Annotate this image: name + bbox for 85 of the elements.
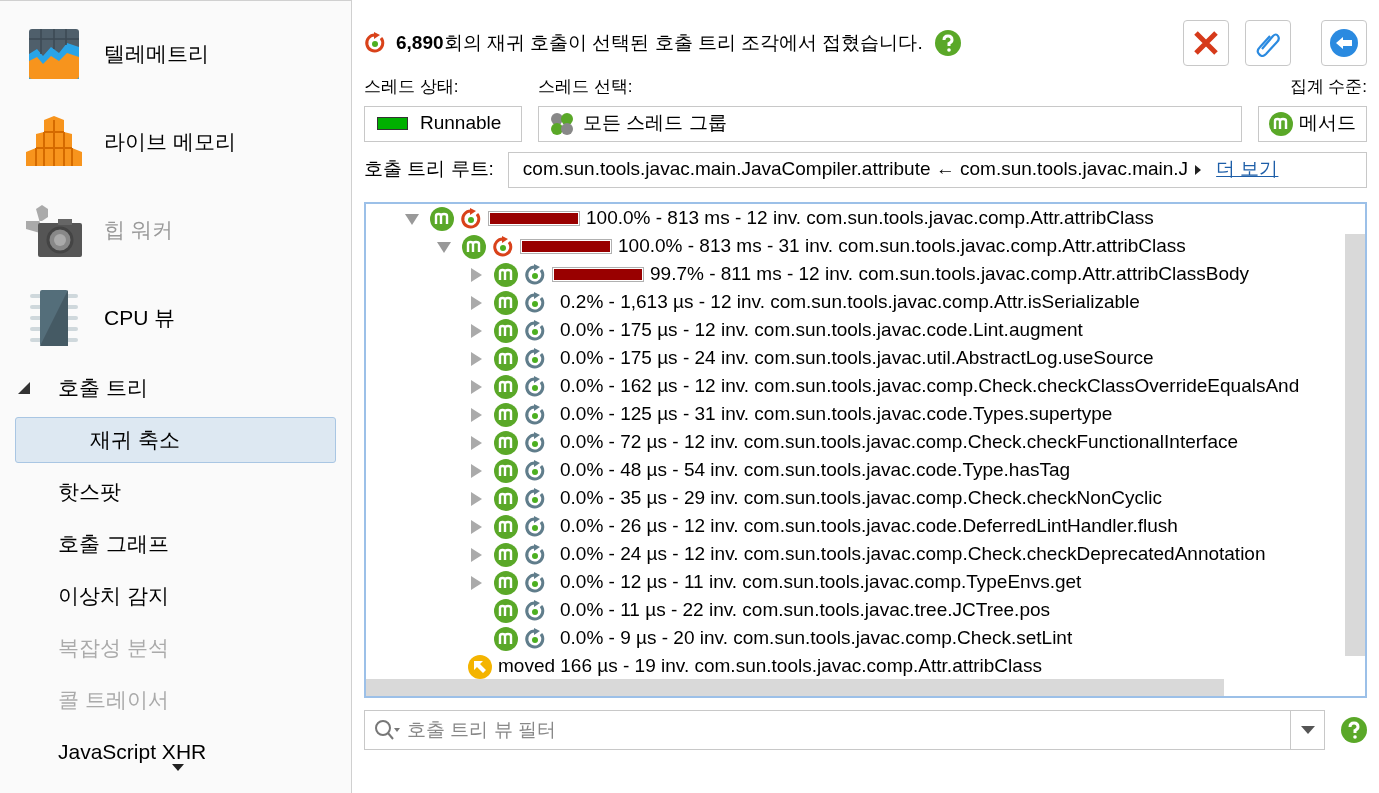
method-icon (494, 374, 518, 399)
aggregation-dropdown[interactable]: 메서드 (1258, 105, 1367, 142)
sidebar-item[interactable]: 라이브 메모리 (104, 126, 236, 158)
method-icon (1269, 111, 1293, 136)
horizontal-scrollbar[interactable] (366, 678, 1224, 696)
header-message: 6,890회의 재귀 호출이 선택된 호출 트리 조각에서 접혔습니다. (396, 30, 923, 55)
tree-row-text[interactable]: 0.0% - 9 µs - 20 inv. com.sun.tools.javac.comp.Check.setLint (560, 624, 1073, 653)
sidebar-item[interactable]: 핫스팟 (58, 476, 121, 508)
sidebar-item[interactable]: 텔레메트리 (104, 38, 209, 70)
field-label: 스레드 상태: (364, 76, 460, 98)
expand-toggle[interactable] (468, 294, 484, 311)
sidebar-item[interactable]: 재귀 축소 (15, 417, 336, 463)
tree-row-text[interactable]: 0.0% - 175 µs - 24 inv. com.sun.tools.javac.util.AbstractLog.useSource (560, 344, 1154, 373)
tree-row-text[interactable]: 0.0% - 11 µs - 22 inv. com.sun.tools.javac.tree.JCTree.pos (560, 596, 1051, 625)
expand-toggle[interactable] (468, 462, 484, 479)
method-icon (494, 626, 518, 651)
field-label: 스레드 선택: (538, 76, 634, 98)
help-icon[interactable] (1341, 716, 1367, 743)
field-label: 호출 트리 루트: (364, 157, 494, 182)
method-icon (430, 206, 454, 231)
vertical-scrollbar[interactable] (1345, 233, 1365, 656)
method-icon (494, 542, 518, 567)
thread-selection-dropdown[interactable]: 모든 스레드 그룹 (538, 105, 1242, 142)
close-icon (1193, 30, 1219, 56)
method-icon (494, 514, 518, 539)
method-icon (494, 262, 518, 287)
chart-icon (29, 29, 79, 79)
expand-toggle[interactable] (468, 266, 484, 283)
sidebar-item[interactable]: 호출 트리 (58, 372, 148, 404)
expand-toggle[interactable] (468, 322, 484, 339)
expand-toggle[interactable] (468, 350, 484, 367)
method-icon (494, 458, 518, 483)
expand-toggle[interactable] (468, 574, 484, 591)
more-link[interactable]: 더 보기 (1216, 155, 1279, 184)
back-button[interactable] (1321, 20, 1367, 66)
method-icon (494, 402, 518, 427)
tree-row-text[interactable]: 0.0% - 12 µs - 11 inv. com.sun.tools.javac.comp.TypeEnvs.get (560, 568, 1082, 597)
thread-group-icon (549, 110, 575, 137)
method-icon (494, 430, 518, 455)
camera-icon (26, 203, 82, 257)
field-label: 집계 수준: (1289, 76, 1367, 98)
method-icon (494, 486, 518, 511)
stacked-cubes-icon (26, 116, 82, 168)
tree-row-text[interactable]: 0.0% - 26 µs - 12 inv. com.sun.tools.javac.code.DeferredLintHandler.flush (560, 512, 1178, 541)
tree-row-text[interactable]: 0.2% - 1,613 µs - 12 inv. com.sun.tools.javac.comp.Attr.isSerializable (560, 288, 1140, 317)
expand-toggle[interactable] (468, 406, 484, 423)
tree-row-text[interactable]: 0.0% - 175 µs - 12 inv. com.sun.tools.javac.code.Lint.augment (560, 316, 1083, 345)
recursion-icon (364, 32, 386, 54)
sidebar-item[interactable]: 이상치 감지 (58, 580, 169, 612)
tree-row-text[interactable]: moved 166 µs - 19 inv. com.sun.tools.javac.comp.Attr.attribClass (498, 652, 1042, 681)
expand-toggle[interactable] (468, 378, 484, 395)
call-tree-root-path: com.sun.tools.javac.main.JavaCompiler.attribute ← com.sun.tools.javac.main.J (522, 157, 1189, 182)
method-icon (494, 598, 518, 623)
expand-toggle[interactable] (468, 490, 484, 507)
search-icon (374, 718, 402, 741)
expand-toggle[interactable] (468, 546, 484, 563)
close-button[interactable] (1183, 20, 1229, 66)
tree-row-text[interactable]: 0.0% - 35 µs - 29 inv. com.sun.tools.javac.comp.Check.checkNonCyclic (560, 484, 1162, 513)
tree-row-text[interactable]: 100.0% - 813 ms - 12 inv. com.sun.tools.javac.comp.Attr.attribClass (586, 204, 1154, 233)
method-icon (462, 234, 486, 259)
tree-row-text[interactable]: 0.0% - 48 µs - 54 inv. com.sun.tools.javac.code.Type.hasTag (560, 456, 1071, 485)
caret-icon (1300, 725, 1315, 734)
tree-row-text[interactable]: 0.0% - 72 µs - 12 inv. com.sun.tools.javac.comp.Check.checkFunctionalInterface (560, 428, 1239, 457)
help-icon[interactable] (934, 30, 961, 56)
attach-button[interactable] (1245, 20, 1291, 66)
triangle-right-icon (1194, 163, 1203, 176)
tree-row-text[interactable]: 100.0% - 813 ms - 31 inv. com.sun.tools.javac.comp.Attr.attribClass (618, 232, 1186, 261)
expand-toggle[interactable] (468, 518, 484, 535)
thread-status-dropdown[interactable]: Runnable (364, 105, 522, 142)
method-icon (494, 290, 518, 315)
tree-row-text[interactable]: 0.0% - 162 µs - 12 inv. com.sun.tools.javac.comp.Check.checkClassOverrideEqualsAnd (560, 372, 1300, 401)
chip-icon (30, 290, 78, 346)
method-icon (494, 346, 518, 371)
tree-row-text[interactable]: 99.7% - 811 ms - 12 inv. com.sun.tools.javac.comp.Attr.attribClassBody (650, 260, 1250, 289)
method-icon (494, 318, 518, 343)
sidebar-item[interactable]: JavaScript XHR (58, 736, 207, 768)
sidebar-item[interactable]: CPU 뷰 (104, 302, 176, 334)
tree-row-text[interactable]: 0.0% - 24 µs - 12 inv. com.sun.tools.javac.comp.Check.checkDeprecatedAnnotation (560, 540, 1266, 569)
sidebar-item[interactable]: 호출 그래프 (58, 528, 169, 560)
expand-toggle[interactable] (18, 382, 30, 394)
method-icon (494, 570, 518, 595)
expand-toggle[interactable] (468, 434, 484, 451)
filter-field[interactable]: 호출 트리 뷰 필터 (364, 709, 1325, 750)
scroll-down-icon[interactable] (172, 764, 184, 771)
tree-row-text[interactable]: 0.0% - 125 µs - 31 inv. com.sun.tools.javac.code.Types.supertype (560, 400, 1113, 429)
